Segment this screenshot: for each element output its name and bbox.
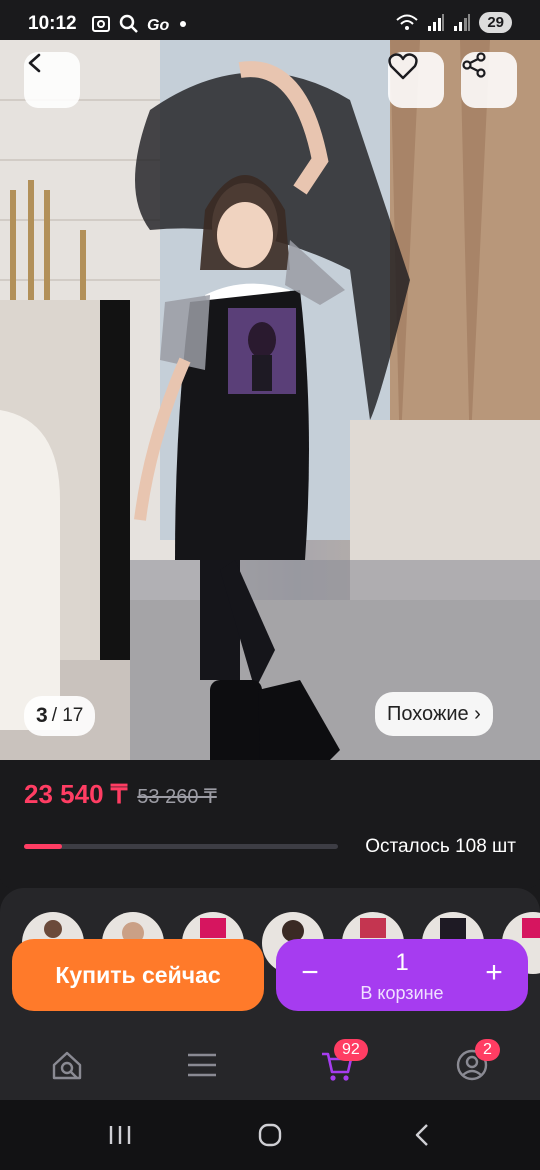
system-navigation-bar: [0, 1100, 540, 1170]
share-icon: [462, 52, 486, 78]
image-counter-total: / 17: [51, 705, 84, 726]
tab-catalog[interactable]: [167, 1040, 237, 1090]
signal-icon: [428, 13, 445, 31]
price-row: 23 540 ₸ 53 260 ₸: [24, 779, 217, 810]
search-catalog-icon: [52, 1051, 82, 1080]
search-status-icon: [119, 14, 138, 33]
cart-stepper: − 1 В корзине +: [276, 939, 528, 1011]
home-icon: [258, 1123, 282, 1147]
back-icon: [28, 53, 41, 73]
similar-label: Похожие ›: [387, 702, 481, 725]
svg-text:Go: Go: [147, 17, 169, 33]
share-button[interactable]: [461, 52, 517, 108]
stock-progress-fill: [24, 844, 62, 849]
system-back-button[interactable]: [402, 1120, 442, 1150]
product-photo: [0, 40, 540, 760]
battery-indicator: 29: [479, 12, 512, 33]
status-notification-icons: Go: [91, 14, 187, 34]
heart-icon: [388, 53, 418, 80]
recents-icon: [109, 1126, 131, 1144]
status-right: 29: [395, 12, 512, 33]
stock-progress-bar: [24, 844, 338, 849]
image-counter-current: 3: [36, 704, 48, 727]
screenshot-icon: [91, 16, 110, 32]
status-time: 10:12: [28, 13, 77, 34]
menu-icon: [188, 1053, 216, 1077]
current-price: 23 540 ₸: [24, 779, 128, 809]
favorite-button[interactable]: [388, 52, 444, 108]
old-price: 53 260 ₸: [137, 786, 217, 808]
buy-now-button[interactable]: Купить сейчас: [12, 939, 264, 1011]
nav-back-icon: [415, 1124, 428, 1146]
similar-button[interactable]: Похожие ›: [375, 692, 493, 736]
product-image[interactable]: 3 / 17 Похожие ›: [0, 40, 540, 760]
image-counter: 3 / 17: [24, 696, 96, 736]
dot-icon: [179, 21, 186, 27]
recents-button[interactable]: [100, 1120, 140, 1150]
bottom-tab-bar: 92 2: [0, 1030, 540, 1100]
home-button[interactable]: [250, 1120, 290, 1150]
back-button[interactable]: [24, 52, 80, 108]
tab-search-catalog[interactable]: [32, 1040, 102, 1090]
buy-now-label: Купить сейчас: [55, 961, 221, 988]
stock-remaining: Осталось 108 шт: [365, 836, 516, 857]
increase-quantity-button[interactable]: +: [476, 955, 512, 991]
signal-2-icon: [454, 13, 471, 31]
cart-badge: 92: [334, 1039, 368, 1061]
go-app-icon: Go: [147, 17, 169, 33]
card-bottom-edge: [0, 876, 540, 888]
profile-badge: 2: [475, 1039, 500, 1061]
wifi-icon: [396, 14, 418, 30]
